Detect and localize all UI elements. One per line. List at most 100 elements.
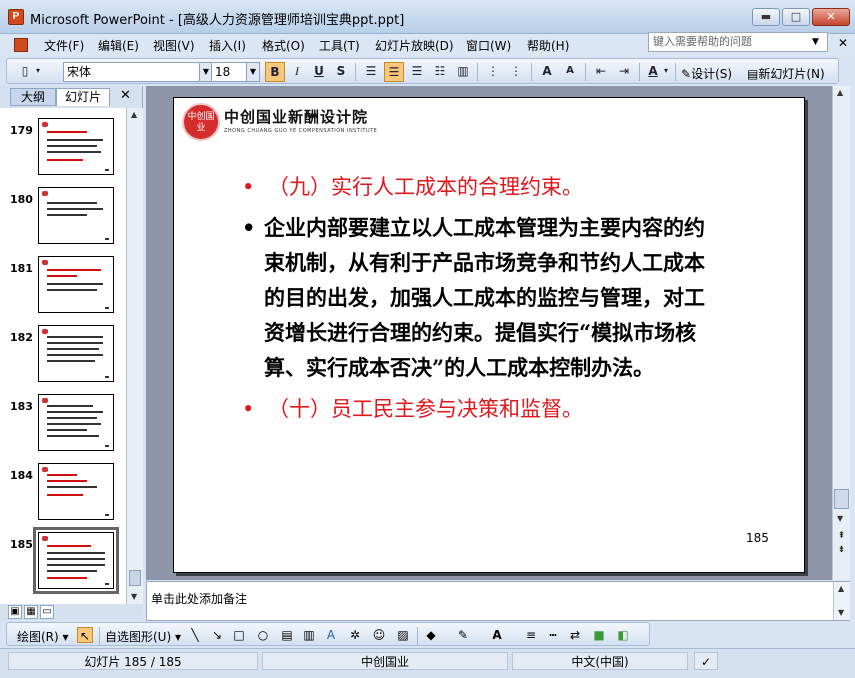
next-slide-icon[interactable]: ⇟ <box>834 544 849 558</box>
font-size-dropdown[interactable]: ▼ <box>246 62 260 82</box>
minimize-button[interactable]: ▬ <box>752 8 780 26</box>
slide-thumbnail[interactable] <box>38 118 114 175</box>
spelling-icon[interactable]: ✓ <box>694 652 718 670</box>
rectangle-tool-icon[interactable]: □ <box>231 627 247 643</box>
notes-pane[interactable]: 单击此处添加备注 ▲ ▼ <box>146 581 850 621</box>
clipart-icon[interactable]: ☺ <box>371 627 387 643</box>
fill-color-icon[interactable]: ◆ <box>423 627 439 643</box>
slide-thumbnail[interactable] <box>38 256 114 313</box>
scroll-up-icon[interactable]: ▲ <box>837 88 843 97</box>
shadow-style-icon[interactable]: ■ <box>591 627 607 643</box>
diagram-icon[interactable]: ✲ <box>347 627 363 643</box>
thumbnail-row[interactable]: 182 <box>0 323 126 385</box>
numbered-list-icon[interactable]: ⋮ <box>483 62 503 82</box>
menu-help[interactable]: 帮助(H) <box>527 37 569 54</box>
scroll-down-icon[interactable]: ▼ <box>131 592 137 601</box>
font-color-button[interactable]: A <box>643 62 663 82</box>
arrow-style-icon[interactable]: ⇄ <box>567 627 583 643</box>
design-button[interactable]: ✎设计(S) <box>681 65 732 82</box>
wordart-icon[interactable]: A <box>323 627 339 643</box>
distribute-icon[interactable]: ☷ <box>430 62 450 82</box>
arrow-tool-icon[interactable]: ↘ <box>209 627 225 643</box>
dash-style-icon[interactable]: ┅ <box>545 627 561 643</box>
chevron-down-icon[interactable]: ▾ <box>661 62 671 82</box>
bold-button[interactable]: B <box>265 62 285 82</box>
3d-style-icon[interactable]: ◧ <box>615 627 631 643</box>
menu-edit[interactable]: 编辑(E) <box>98 37 139 54</box>
scroll-thumb[interactable] <box>834 489 849 509</box>
previous-slide-icon[interactable]: ⇞ <box>834 530 849 544</box>
help-search-input[interactable]: 键入需要帮助的问题 <box>648 32 828 52</box>
menu-slideshow[interactable]: 幻灯片放映(D) <box>375 37 454 54</box>
vertical-textbox-icon[interactable]: ▥ <box>301 627 317 643</box>
scroll-up-icon[interactable]: ▲ <box>838 584 844 593</box>
italic-button[interactable]: I <box>287 62 307 82</box>
decrease-indent-icon[interactable]: ⇤ <box>591 62 611 82</box>
slide-thumbnail[interactable] <box>38 394 114 451</box>
font-color-icon[interactable]: A <box>489 627 505 643</box>
vertical-text-icon[interactable]: ▥ <box>453 62 473 82</box>
menu-tools[interactable]: 工具(T) <box>319 37 360 54</box>
menu-insert[interactable]: 插入(I) <box>209 37 246 54</box>
menu-format[interactable]: 格式(O) <box>262 37 305 54</box>
scroll-down-icon[interactable]: ▼ <box>837 514 843 523</box>
font-size-field[interactable]: 18 <box>211 62 247 82</box>
slide-thumbnail[interactable] <box>38 463 114 520</box>
scroll-up-icon[interactable]: ▲ <box>131 110 137 119</box>
slideshow-view-icon[interactable]: ▭ <box>40 605 54 619</box>
slide-thumbnail[interactable] <box>38 187 114 244</box>
notes-scrollbar[interactable]: ▲ ▼ <box>833 582 850 620</box>
maximize-button[interactable]: □ <box>782 8 810 26</box>
document-icon[interactable] <box>14 38 28 52</box>
bullet-item[interactable]: • （十）员工民主参与决策和监督。 <box>242 392 583 427</box>
thumbnail-row[interactable]: 183 <box>0 392 126 454</box>
chevron-down-icon[interactable]: ▼ <box>812 37 819 47</box>
underline-button[interactable]: U <box>309 62 329 82</box>
slide-thumbnail-selected[interactable] <box>33 527 119 594</box>
align-right-icon[interactable]: ☰ <box>407 62 427 82</box>
oval-tool-icon[interactable]: ○ <box>255 627 271 643</box>
powerpoint-app-icon[interactable]: P <box>8 9 24 25</box>
decrease-font-button[interactable]: A <box>560 62 580 82</box>
thumbnail-row[interactable]: 185 <box>0 527 126 594</box>
menu-window[interactable]: 窗口(W) <box>466 37 511 54</box>
increase-font-button[interactable]: A <box>537 62 557 82</box>
slide-sorter-icon[interactable]: ▦ <box>24 605 38 619</box>
notes-placeholder[interactable]: 单击此处添加备注 <box>151 590 247 607</box>
select-pointer-icon[interactable]: ↖ <box>77 627 93 643</box>
draw-menu-button[interactable]: 绘图(R) ▾ <box>17 628 69 645</box>
menu-file[interactable]: 文件(F) <box>44 37 84 54</box>
slide-scrollbar[interactable]: ▲ ⇞ ⇟ ▼ <box>832 86 850 580</box>
normal-view-icon[interactable]: ▣ <box>8 605 22 619</box>
bullet-item[interactable]: • 企业内部要建立以人工成本管理为主要内容的约 束机制，从有利于产品市场竞争和节… <box>242 210 705 385</box>
new-document-icon[interactable]: ▯ <box>15 62 35 82</box>
new-slide-button[interactable]: ▤新幻灯片(N) <box>747 65 825 82</box>
slide[interactable]: 中创国业 中创国业新酬设计院 ZHONG CHUANG GUO YE COMPE… <box>173 97 805 573</box>
line-tool-icon[interactable]: ╲ <box>187 627 203 643</box>
align-left-icon[interactable]: ☰ <box>361 62 381 82</box>
shadow-button[interactable]: S <box>331 62 351 82</box>
thumbnail-scrollbar[interactable]: ▲ ▼ <box>126 108 143 604</box>
align-center-icon[interactable]: ☰ <box>384 62 404 82</box>
close-document-button[interactable]: ✕ <box>838 36 848 50</box>
close-button[interactable]: ✕ <box>812 8 850 26</box>
chevron-down-icon[interactable]: ▾ <box>33 62 43 82</box>
tab-slides[interactable]: 幻灯片 <box>56 88 110 106</box>
picture-icon[interactable]: ▨ <box>395 627 411 643</box>
bullet-item[interactable]: • （九）实行人工成本的合理约束。 <box>242 170 583 205</box>
thumbnail-row[interactable]: 184 <box>0 461 126 523</box>
thumbnail-row[interactable]: 181 <box>0 254 126 316</box>
line-style-icon[interactable]: ≡ <box>523 627 539 643</box>
close-panel-icon[interactable]: ✕ <box>120 88 131 103</box>
menu-view[interactable]: 视图(V) <box>153 37 195 54</box>
scroll-down-icon[interactable]: ▼ <box>838 608 844 617</box>
thumbnail-row[interactable]: 179 <box>0 116 126 178</box>
font-name-field[interactable]: 宋体 <box>63 62 201 82</box>
thumbnail-row[interactable]: 180 <box>0 185 126 247</box>
scroll-thumb[interactable] <box>129 570 141 586</box>
line-color-icon[interactable]: ✎ <box>455 627 471 643</box>
slide-thumbnail[interactable] <box>38 325 114 382</box>
autoshapes-button[interactable]: 自选图形(U) ▾ <box>105 628 181 645</box>
tab-outline[interactable]: 大纲 <box>10 88 56 106</box>
textbox-tool-icon[interactable]: ▤ <box>279 627 295 643</box>
